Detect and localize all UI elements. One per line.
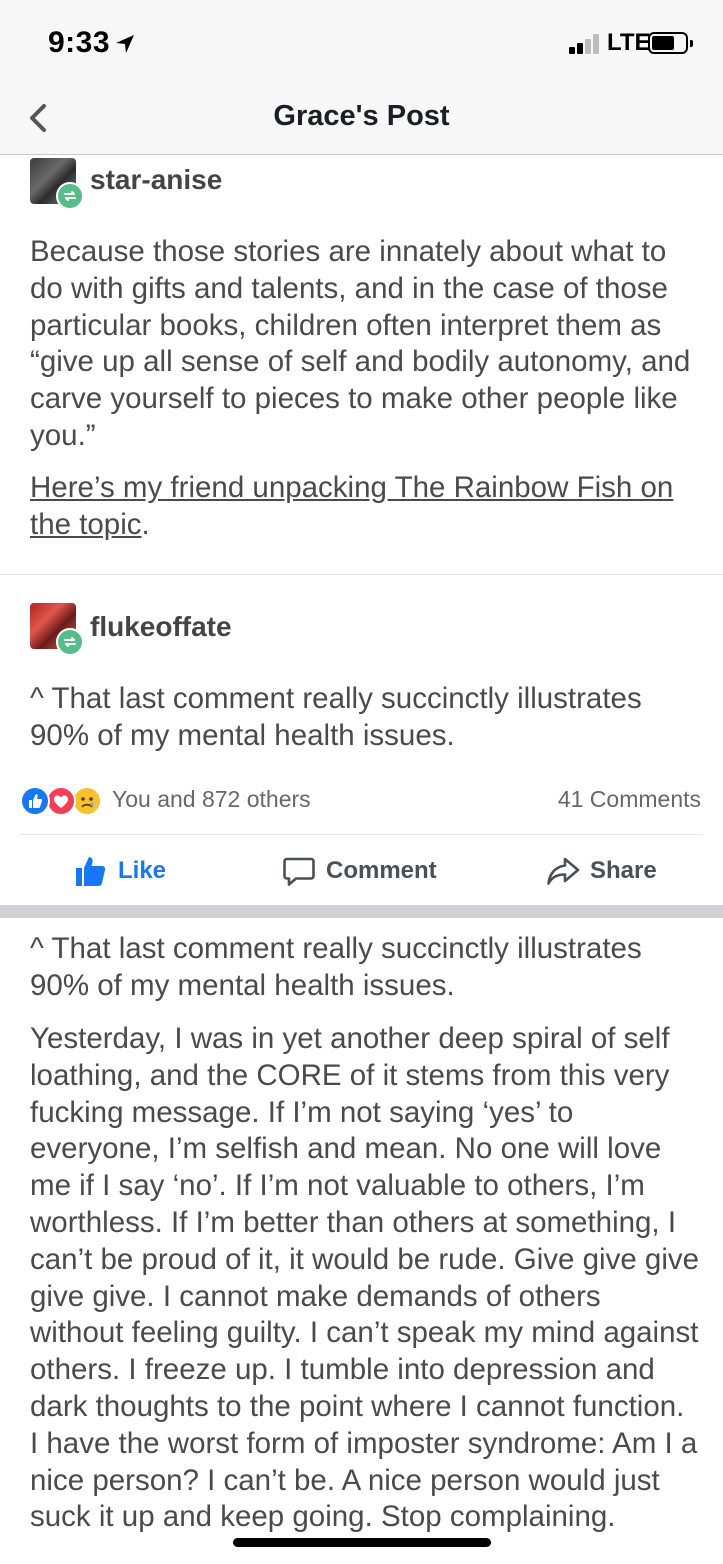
action-bar: Like Comment Share	[0, 846, 723, 896]
battery-icon	[648, 32, 693, 54]
signal-icon	[567, 32, 605, 54]
comment-button[interactable]: Comment	[282, 846, 437, 896]
divider	[0, 574, 723, 575]
section-separator	[0, 905, 723, 918]
reaction-icons	[20, 786, 112, 816]
share-button[interactable]: Share	[546, 846, 657, 896]
comment-quote: ^ That last comment really succinctly il…	[30, 932, 642, 1002]
post-text: Because those stories are innately about…	[30, 235, 691, 452]
sad-reaction-icon	[72, 786, 102, 816]
divider	[20, 834, 703, 835]
page-title: Grace's Post	[273, 100, 450, 132]
like-reaction-icon	[20, 786, 50, 816]
reblog-icon	[56, 628, 84, 656]
reaction-summary[interactable]: You and 872 others	[112, 786, 311, 813]
comments-count[interactable]: 41 Comments	[558, 786, 701, 813]
reactions-bar[interactable]: You and 872 others 41 Comments	[20, 782, 703, 818]
post-link-line: Here’s my friend unpacking The Rainbow F…	[30, 470, 700, 544]
like-button[interactable]: Like	[74, 846, 166, 896]
status-time: 9:33	[48, 26, 111, 59]
status-bar: 9:33 LTE	[0, 0, 723, 88]
share-arrow-icon	[547, 857, 580, 885]
network-label: LTE	[607, 29, 651, 56]
username[interactable]: star-anise	[90, 164, 222, 196]
post-text: ^ That last comment really succinctly il…	[30, 682, 642, 752]
like-label: Like	[118, 857, 167, 884]
share-label: Share	[590, 857, 657, 884]
love-reaction-icon	[46, 786, 76, 816]
link-suffix: .	[141, 507, 150, 541]
comment-body: Yesterday, I was in yet another deep spi…	[30, 1022, 700, 1534]
location-arrow-icon	[116, 35, 134, 53]
username[interactable]: flukeoffate	[90, 611, 232, 643]
comment-bubble-icon	[283, 857, 315, 886]
navigation-bar: Grace's Post	[0, 88, 723, 155]
post-link[interactable]: Here’s my friend unpacking The Rainbow F…	[30, 471, 673, 541]
home-indicator[interactable]	[233, 1538, 491, 1547]
reblog-icon	[56, 182, 84, 210]
thumbs-up-icon	[76, 857, 106, 886]
comment-label: Comment	[326, 857, 437, 884]
